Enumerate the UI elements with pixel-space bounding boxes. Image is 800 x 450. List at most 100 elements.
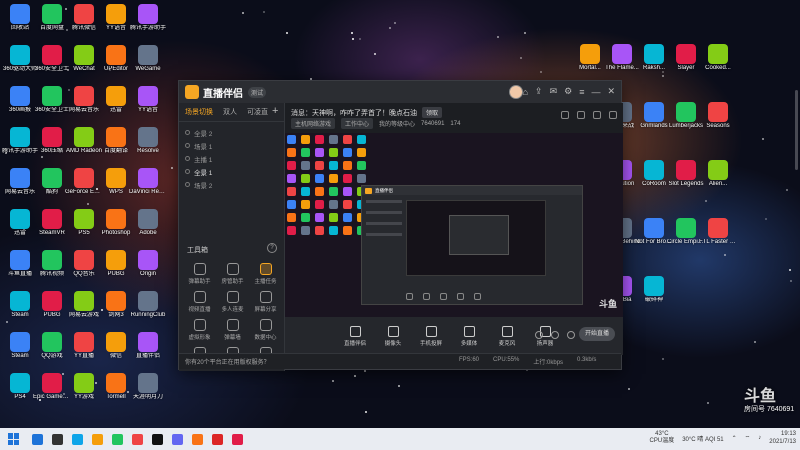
title-chip[interactable]: 工作中心: [341, 118, 374, 129]
desktop-icon[interactable]: Adobe: [130, 209, 166, 237]
desktop-icon[interactable]: Resolve: [130, 127, 166, 155]
star: [398, 385, 400, 387]
desktop-icon[interactable]: Seasons: [700, 102, 736, 130]
app-icon: [644, 276, 664, 296]
version-badge[interactable]: 测试: [248, 86, 267, 98]
volume-icon[interactable]: ♪: [758, 435, 761, 441]
avatar[interactable]: [509, 85, 523, 99]
scene-visibility-icon[interactable]: [185, 182, 190, 187]
desktop-icon[interactable]: 天涯明月刀: [130, 373, 166, 401]
desktop-icon[interactable]: FTL Faster Than Light: [699, 218, 737, 246]
desktop-icon[interactable]: 破碎神: [636, 276, 672, 304]
preview-icon: [287, 174, 296, 183]
phone-icon: [425, 325, 437, 337]
add-scene-icon[interactable]: +: [272, 105, 278, 117]
desktop-scrollbar[interactable]: [795, 90, 798, 170]
taskbar-app-icon[interactable]: [132, 433, 143, 445]
desktop-icon[interactable]: YY语音: [130, 86, 166, 114]
tab-scene[interactable]: 场景切换: [185, 107, 213, 117]
tool-label: 主播任务: [254, 279, 277, 285]
scene-visibility-icon[interactable]: [185, 156, 190, 161]
toolbox-item[interactable]: 屏幕分享: [249, 291, 282, 313]
toolbox-item[interactable]: 弹幕助手: [183, 263, 216, 285]
scene-visibility-icon[interactable]: [185, 130, 190, 135]
scene-item[interactable]: 全景 2: [185, 126, 278, 139]
app-icon: [10, 373, 30, 393]
footer-message[interactable]: 你有20个平台正在用版权服务？: [185, 357, 270, 366]
desktop-icon[interactable]: Cooked...: [700, 44, 736, 72]
taskbar-app-icon[interactable]: [172, 433, 183, 445]
desktop-icon[interactable]: Alien...: [700, 160, 736, 188]
layout-icon[interactable]: [577, 111, 585, 119]
start-live-button[interactable]: 开始直播: [579, 327, 615, 341]
eye-icon[interactable]: [185, 169, 190, 174]
gift-icon[interactable]: ⌂: [523, 87, 528, 97]
control-media[interactable]: 多媒体: [455, 325, 483, 347]
toolbox-item[interactable]: 视频直播: [183, 291, 216, 313]
star: [520, 57, 522, 59]
toolbox-item[interactable]: 弹幕墙: [216, 319, 249, 341]
tray-arrow-icon[interactable]: ⌃: [732, 435, 737, 442]
toolbox-item[interactable]: 房管助手: [216, 263, 249, 285]
start-button[interactable]: [8, 433, 20, 445]
toolbox-item[interactable]: 数据中心: [249, 319, 282, 341]
control-phone-cast[interactable]: 手机投屏: [417, 325, 445, 347]
category-chip[interactable]: 主机网络游戏: [291, 118, 336, 129]
app-icon: [644, 102, 664, 122]
toolbox-item[interactable]: 虚拟形象: [183, 319, 216, 341]
more-icon[interactable]: [609, 111, 617, 119]
control-live-assistant[interactable]: 直播伴侣: [341, 325, 369, 347]
taskbar-app-icon[interactable]: [92, 433, 103, 445]
taskbar-app-icon[interactable]: [192, 433, 203, 445]
network-icon[interactable]: ⌔: [745, 434, 751, 442]
share-icon[interactable]: ⇪: [535, 86, 543, 97]
cpu-temp-widget[interactable]: 43°C CPU温度: [650, 431, 675, 445]
desktop-icon[interactable]: 腾讯手游助手: [130, 4, 166, 32]
app-icon: [74, 250, 94, 270]
toolbox-item[interactable]: 主播任务: [249, 263, 282, 285]
desktop-icon[interactable]: WeGame: [130, 45, 166, 73]
desktop-icon[interactable]: 直播伴侣: [130, 332, 166, 360]
stream-preview[interactable]: 直播伴侣 斗鱼: [285, 133, 623, 318]
scene-item-active[interactable]: 全景 1: [185, 165, 278, 178]
gear-icon[interactable]: [567, 331, 575, 339]
scene-item[interactable]: 场景 2: [185, 178, 278, 191]
scene-visibility-icon[interactable]: [185, 143, 190, 148]
close-icon[interactable]: ✕: [607, 86, 615, 97]
taskbar-app-icon[interactable]: [52, 433, 63, 445]
taskbar-app-icon[interactable]: [32, 433, 43, 445]
tab-other[interactable]: 可凌直: [247, 107, 268, 117]
taskbar-app-icon[interactable]: [72, 433, 83, 445]
desktop-icon[interactable]: Origin: [130, 250, 166, 278]
tab-dual[interactable]: 双人: [223, 107, 237, 117]
taskbar-app-icon[interactable]: [112, 433, 123, 445]
scene-item[interactable]: 场景 1: [185, 139, 278, 152]
clock[interactable]: 19:13 2021/7/13: [769, 430, 796, 446]
menu-icon[interactable]: ≡: [579, 87, 584, 97]
record-icon[interactable]: [535, 331, 543, 339]
control-camera[interactable]: 摄像头: [379, 325, 407, 347]
taskbar-app-icon[interactable]: [212, 433, 223, 445]
eye-icon[interactable]: [551, 331, 559, 339]
desktop-icon[interactable]: DaVinci Resolve: [129, 168, 167, 196]
desktop-icon[interactable]: RunningClub: [130, 291, 166, 319]
taskbar-app-icon[interactable]: [152, 433, 163, 445]
message-icon[interactable]: ✉: [550, 86, 558, 97]
control-microphone[interactable]: 麦克风: [493, 325, 521, 347]
desktop-icon-label: 天涯明月刀: [132, 394, 163, 400]
taskbar-app-icon[interactable]: [232, 433, 243, 445]
preview-icon: [315, 226, 324, 235]
settings-icon[interactable]: ⚙: [564, 86, 572, 97]
fans-count: 174: [450, 120, 461, 127]
fullscreen-icon[interactable]: [593, 111, 601, 119]
scene-item[interactable]: 主播 1: [185, 152, 278, 165]
toolbox-item[interactable]: 多人连麦: [216, 291, 249, 313]
star: [724, 254, 726, 256]
scene-panel: 场景切换 双人 可凌直 + 全景 2 场景 1 主播 1 全景 1 场景 2 工…: [179, 103, 285, 371]
minimize-icon[interactable]: —: [591, 87, 600, 97]
weather-text[interactable]: 30°C 晴 AQI 51: [682, 434, 723, 443]
lock-icon[interactable]: [561, 111, 569, 119]
help-icon[interactable]: ?: [267, 243, 277, 253]
app-icon: [106, 291, 126, 311]
notice-claim-button[interactable]: 领取: [422, 107, 443, 118]
